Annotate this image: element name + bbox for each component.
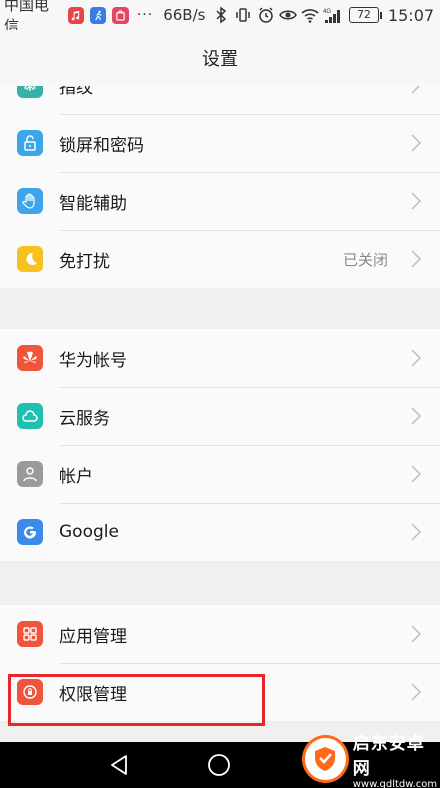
chevron-right-icon xyxy=(410,133,422,153)
wifi-icon xyxy=(300,5,319,25)
watermark-logo: 启东安卓网 www.qdltdw.com xyxy=(300,730,440,788)
chevron-right-icon xyxy=(410,406,422,426)
chevron-right-icon xyxy=(410,348,422,368)
shopping-app-icon xyxy=(112,6,129,24)
home-button[interactable] xyxy=(205,751,233,779)
vibrate-icon xyxy=(234,5,253,25)
settings-item-lock-screen[interactable]: 锁屏和密码 xyxy=(0,114,440,172)
page-title: 设置 xyxy=(202,49,238,70)
network-speed: 66B/s xyxy=(163,6,206,24)
highlight-box xyxy=(8,674,265,726)
settings-list[interactable]: 指纹 锁屏和密码 智能辅助 免打扰 已关闭 华为帐号 云服务 帐户 Google… xyxy=(0,86,440,742)
dnd-status-value: 已关闭 xyxy=(342,250,388,269)
settings-item-label: 锁屏和密码 xyxy=(59,135,144,156)
alarm-icon xyxy=(256,5,275,25)
settings-item-label: 帐户 xyxy=(59,466,93,487)
fingerprint-icon xyxy=(17,86,43,98)
settings-item-google[interactable]: Google xyxy=(0,503,440,561)
chevron-right-icon xyxy=(410,682,422,702)
settings-item-smart-assist[interactable]: 智能辅助 xyxy=(0,172,440,230)
watermark-url: www.qdltdw.com xyxy=(352,778,438,788)
title-bar: 设置 xyxy=(0,30,440,86)
battery-indicator: 72 xyxy=(348,7,382,23)
lock-icon xyxy=(17,130,43,156)
svg-text:4G: 4G xyxy=(323,9,331,15)
settings-item-cloud-service[interactable]: 云服务 xyxy=(0,387,440,445)
settings-item-label: 指纹 xyxy=(59,86,93,98)
music-app-icon xyxy=(67,6,85,24)
back-button[interactable] xyxy=(106,751,134,779)
eye-comfort-icon xyxy=(278,5,297,25)
more-notifications: ··· xyxy=(136,7,154,23)
hand-icon xyxy=(17,188,43,214)
settings-item-fingerprint[interactable]: 指纹 xyxy=(0,86,440,114)
settings-item-label: 云服务 xyxy=(59,408,110,429)
chevron-right-icon xyxy=(410,86,422,95)
chevron-right-icon xyxy=(410,249,422,269)
settings-item-label: 免打扰 xyxy=(59,251,110,272)
settings-item-label: 应用管理 xyxy=(59,626,127,647)
signal-4g-icon: 4G xyxy=(323,5,342,25)
settings-item-accounts[interactable]: 帐户 xyxy=(0,445,440,503)
apps-grid-icon xyxy=(17,621,43,647)
settings-item-label: 智能辅助 xyxy=(59,193,127,214)
google-icon xyxy=(17,519,43,545)
person-icon xyxy=(17,461,43,487)
battery-level: 72 xyxy=(348,7,379,23)
watermark-title: 启东安卓网 xyxy=(352,733,425,779)
settings-item-do-not-disturb[interactable]: 免打扰 已关闭 xyxy=(0,230,440,288)
huawei-icon xyxy=(17,345,43,371)
settings-item-huawei-id[interactable]: 华为帐号 xyxy=(0,329,440,387)
settings-group-security: 指纹 锁屏和密码 智能辅助 免打扰 已关闭 xyxy=(0,86,440,288)
chevron-right-icon xyxy=(410,624,422,644)
watermark-shield-icon xyxy=(302,735,349,783)
chevron-right-icon xyxy=(410,522,422,542)
cloud-icon xyxy=(17,403,43,429)
settings-item-label: 华为帐号 xyxy=(59,350,127,371)
settings-item-label: Google xyxy=(59,522,119,542)
sports-app-icon xyxy=(90,6,107,24)
status-bar: 中国电信 ··· 66B/s 4G 72 15:07 xyxy=(0,0,440,35)
moon-icon xyxy=(17,246,43,272)
chevron-right-icon xyxy=(410,464,422,484)
settings-group-accounts: 华为帐号 云服务 帐户 Google xyxy=(0,329,440,561)
settings-item-app-management[interactable]: 应用管理 xyxy=(0,605,440,663)
bluetooth-icon xyxy=(211,5,230,25)
chevron-right-icon xyxy=(410,191,422,211)
clock: 15:07 xyxy=(387,5,435,25)
